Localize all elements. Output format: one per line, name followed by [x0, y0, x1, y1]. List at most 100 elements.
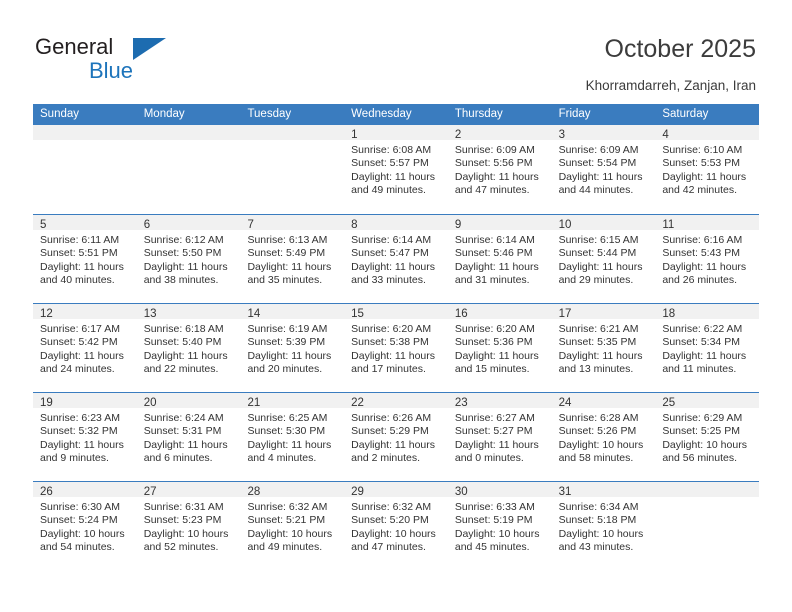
daylight-text: Daylight: 11 hours and 24 minutes. — [40, 349, 124, 376]
day-number-band: 28 — [240, 482, 345, 498]
day-number: 29 — [351, 486, 364, 498]
sunset-text: Sunset: 5:56 PM — [454, 157, 533, 170]
sunrise-text: Sunrise: 6:32 AM — [351, 501, 432, 513]
calendar-week-row: 12 Sunrise: 6:17 AM Sunset: 5:42 PM Dayligh… — [33, 303, 760, 392]
sunset-text: Sunset: 5:51 PM — [40, 247, 118, 260]
calendar-day-cell[interactable]: 30 Sunrise: 6:33 AM Sunset: 5:19 PM Dayligh… — [447, 482, 552, 570]
day-sun-info: Sunrise: 6:27 AM Sunset: 5:27 PM Daylight:… — [448, 409, 552, 466]
day-number-band: 3 — [551, 125, 656, 141]
day-number: 15 — [351, 308, 364, 320]
day-number-band: 25 — [655, 393, 760, 409]
day-number-band: 2 — [447, 125, 552, 141]
calendar-day-cell[interactable]: 13 Sunrise: 6:18 AM Sunset: 5:40 PM Dayligh… — [136, 304, 241, 392]
calendar-day-cell[interactable]: 14 Sunrise: 6:19 AM Sunset: 5:39 PM Dayligh… — [240, 304, 345, 392]
page-location: Khorramdarreh, Zanjan, Iran — [585, 78, 756, 93]
sunrise-text: Sunrise: 6:33 AM — [454, 501, 535, 513]
day-number-band — [655, 482, 760, 498]
calendar-day-cell[interactable]: 3 Sunrise: 6:09 AM Sunset: 5:54 PM Daylight… — [551, 125, 656, 214]
sunrise-text: Sunrise: 6:23 AM — [40, 412, 120, 424]
day-sun-info: Sunrise: 6:20 AM Sunset: 5:38 PM Daylight:… — [344, 320, 448, 377]
day-number: 27 — [143, 486, 157, 498]
calendar-day-cell[interactable]: 10 Sunrise: 6:15 AM Sunset: 5:44 PM Dayligh… — [551, 215, 656, 303]
calendar-day-cell[interactable]: 31 Sunrise: 6:34 AM Sunset: 5:18 PM Dayligh… — [551, 482, 656, 570]
day-sun-info: Sunrise: 6:10 AM Sunset: 5:53 PM Daylight:… — [655, 141, 759, 198]
calendar-day-cell[interactable]: 24 Sunrise: 6:28 AM Sunset: 5:26 PM Dayligh… — [551, 393, 656, 481]
weekday-header-row: Sunday Monday Tuesday Wednesday Thursday… — [33, 104, 759, 125]
sunset-text: Sunset: 5:31 PM — [143, 425, 222, 438]
weekday-header-monday: Monday — [143, 108, 185, 120]
day-number: 1 — [351, 129, 358, 141]
weekday-header-wednesday: Wednesday — [351, 108, 412, 120]
daylight-text: Daylight: 11 hours and 26 minutes. — [662, 260, 747, 287]
calendar-day-cell[interactable]: 9 Sunrise: 6:14 AM Sunset: 5:46 PM Daylight… — [447, 215, 552, 303]
day-sun-info: Sunrise: 6:23 AM Sunset: 5:32 PM Daylight:… — [33, 409, 137, 466]
day-number-band: 22 — [344, 393, 448, 409]
sunrise-text: Sunrise: 6:20 AM — [351, 323, 432, 335]
calendar-day-cell[interactable]: 12 Sunrise: 6:17 AM Sunset: 5:42 PM Dayligh… — [33, 304, 137, 392]
sunset-text: Sunset: 5:47 PM — [351, 247, 429, 260]
calendar-day-cell[interactable]: 26 Sunrise: 6:30 AM Sunset: 5:24 PM Dayligh… — [33, 482, 137, 570]
calendar-day-cell[interactable]: 6 Sunrise: 6:12 AM Sunset: 5:50 PM Daylight… — [136, 215, 241, 303]
day-sun-info: Sunrise: 6:09 AM Sunset: 5:54 PM Daylight:… — [552, 141, 656, 198]
day-number-band: 16 — [447, 304, 552, 320]
day-number-band: 20 — [136, 393, 241, 409]
sunset-text: Sunset: 5:32 PM — [40, 425, 118, 438]
day-number-band: 12 — [33, 304, 137, 320]
day-number: 5 — [40, 219, 47, 231]
daylight-text: Daylight: 10 hours and 47 minutes. — [351, 527, 436, 554]
sunset-text: Sunset: 5:44 PM — [558, 247, 637, 260]
sunrise-text: Sunrise: 6:30 AM — [40, 501, 120, 513]
page-header: General Blue October 2025 Khorramdarreh,… — [0, 0, 792, 103]
sunrise-text: Sunrise: 6:31 AM — [143, 501, 224, 513]
day-number: 9 — [454, 219, 462, 231]
calendar-day-cell[interactable]: 2 Sunrise: 6:09 AM Sunset: 5:56 PM Daylight… — [447, 125, 552, 214]
calendar-day-cell[interactable]: 20 Sunrise: 6:24 AM Sunset: 5:31 PM Dayligh… — [136, 393, 241, 481]
sunset-text: Sunset: 5:29 PM — [351, 425, 429, 438]
sunset-text: Sunset: 5:18 PM — [558, 514, 637, 527]
daylight-text: Daylight: 11 hours and 11 minutes. — [662, 349, 747, 376]
calendar-day-cell[interactable]: 11 Sunrise: 6:16 AM Sunset: 5:43 PM Dayligh… — [655, 215, 760, 303]
day-number: 13 — [143, 308, 157, 320]
sunset-text: Sunset: 5:23 PM — [143, 514, 222, 527]
calendar-day-cell[interactable]: 22 Sunrise: 6:26 AM Sunset: 5:29 PM Dayligh… — [344, 393, 448, 481]
calendar-day-cell[interactable]: 15 Sunrise: 6:20 AM Sunset: 5:38 PM Dayligh… — [344, 304, 448, 392]
day-sun-info: Sunrise: 6:08 AM Sunset: 5:57 PM Daylight:… — [344, 141, 448, 198]
calendar-day-cell[interactable]: 5 Sunrise: 6:11 AM Sunset: 5:51 PM Daylight… — [33, 215, 137, 303]
daylight-text: Daylight: 11 hours and 38 minutes. — [143, 260, 228, 287]
sunset-text: Sunset: 5:35 PM — [558, 336, 637, 349]
sunrise-text: Sunrise: 6:27 AM — [454, 412, 535, 424]
daylight-text: Daylight: 11 hours and 20 minutes. — [247, 349, 332, 376]
daylight-text: Daylight: 11 hours and 2 minutes. — [351, 438, 436, 465]
calendar-day-cell[interactable]: 7 Sunrise: 6:13 AM Sunset: 5:49 PM Daylight… — [240, 215, 345, 303]
calendar-day-cell[interactable]: 8 Sunrise: 6:14 AM Sunset: 5:47 PM Daylight… — [344, 215, 448, 303]
calendar-day-cell[interactable]: 25 Sunrise: 6:29 AM Sunset: 5:25 PM Dayligh… — [655, 393, 760, 481]
calendar-day-cell[interactable]: 19 Sunrise: 6:23 AM Sunset: 5:32 PM Dayligh… — [33, 393, 137, 481]
calendar-day-cell[interactable]: 28 Sunrise: 6:32 AM Sunset: 5:21 PM Dayligh… — [240, 482, 345, 570]
daylight-text: Daylight: 10 hours and 52 minutes. — [143, 527, 229, 554]
day-sun-info: Sunrise: 6:17 AM Sunset: 5:42 PM Daylight:… — [33, 320, 137, 377]
daylight-text: Daylight: 11 hours and 40 minutes. — [40, 260, 124, 287]
calendar-day-cell[interactable]: 4 Sunrise: 6:10 AM Sunset: 5:53 PM Daylight… — [655, 125, 760, 214]
calendar-day-cell[interactable]: 16 Sunrise: 6:20 AM Sunset: 5:36 PM Dayligh… — [447, 304, 552, 392]
day-number: 18 — [662, 308, 676, 320]
day-sun-info: Sunrise: 6:09 AM Sunset: 5:56 PM Daylight:… — [448, 141, 552, 198]
calendar-day-cell[interactable]: 23 Sunrise: 6:27 AM Sunset: 5:27 PM Dayligh… — [447, 393, 552, 481]
sunrise-text: Sunrise: 6:09 AM — [558, 144, 639, 156]
sunrise-text: Sunrise: 6:18 AM — [143, 323, 224, 335]
sunset-text: Sunset: 5:46 PM — [454, 247, 533, 260]
day-number: 6 — [143, 219, 151, 231]
day-number: 21 — [247, 397, 261, 409]
general-blue-logo[interactable]: General Blue — [35, 34, 215, 86]
day-sun-info: Sunrise: 6:30 AM Sunset: 5:24 PM Daylight:… — [33, 498, 137, 555]
calendar-day-cell[interactable]: 17 Sunrise: 6:21 AM Sunset: 5:35 PM Dayligh… — [551, 304, 656, 392]
calendar-day-cell[interactable]: 21 Sunrise: 6:25 AM Sunset: 5:30 PM Dayligh… — [240, 393, 345, 481]
calendar-day-cell[interactable]: 1 Sunrise: 6:08 AM Sunset: 5:57 PM Daylight… — [344, 125, 448, 214]
day-number-band: 30 — [447, 482, 552, 498]
day-sun-info: Sunrise: 6:26 AM Sunset: 5:29 PM Daylight:… — [344, 409, 448, 466]
weekday-header-sunday: Sunday — [40, 108, 80, 120]
calendar-day-cell[interactable]: 18 Sunrise: 6:22 AM Sunset: 5:34 PM Dayligh… — [655, 304, 760, 392]
calendar-day-cell[interactable]: 27 Sunrise: 6:31 AM Sunset: 5:23 PM Dayligh… — [136, 482, 241, 570]
calendar-day-cell[interactable]: 29 Sunrise: 6:32 AM Sunset: 5:20 PM Dayligh… — [344, 482, 448, 570]
day-number: 4 — [662, 129, 669, 141]
sunset-text: Sunset: 5:43 PM — [662, 247, 740, 260]
